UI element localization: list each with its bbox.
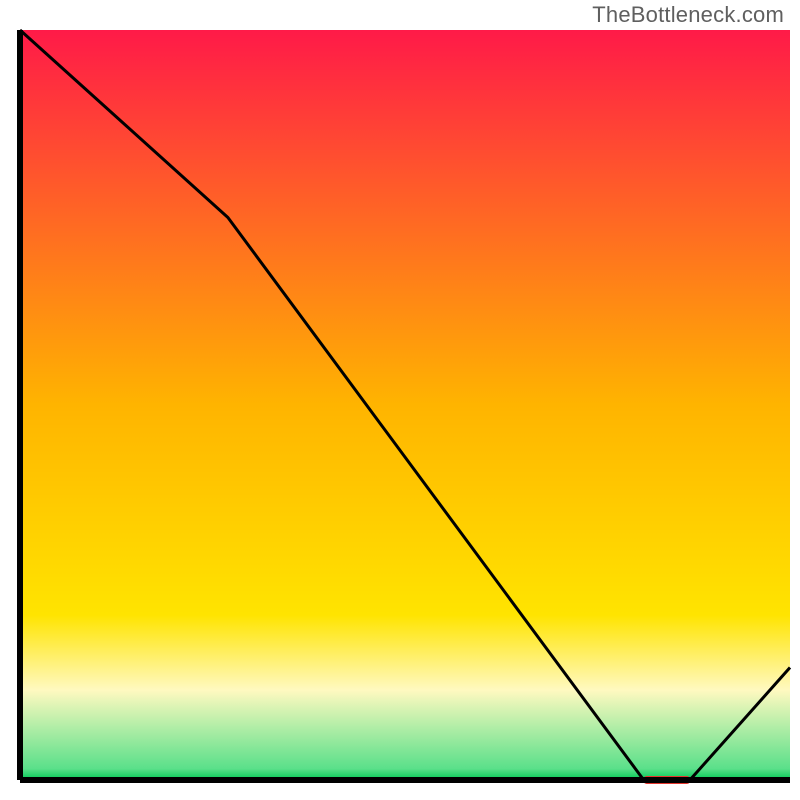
bottleneck-chart xyxy=(0,0,800,800)
gradient-background xyxy=(20,30,790,780)
